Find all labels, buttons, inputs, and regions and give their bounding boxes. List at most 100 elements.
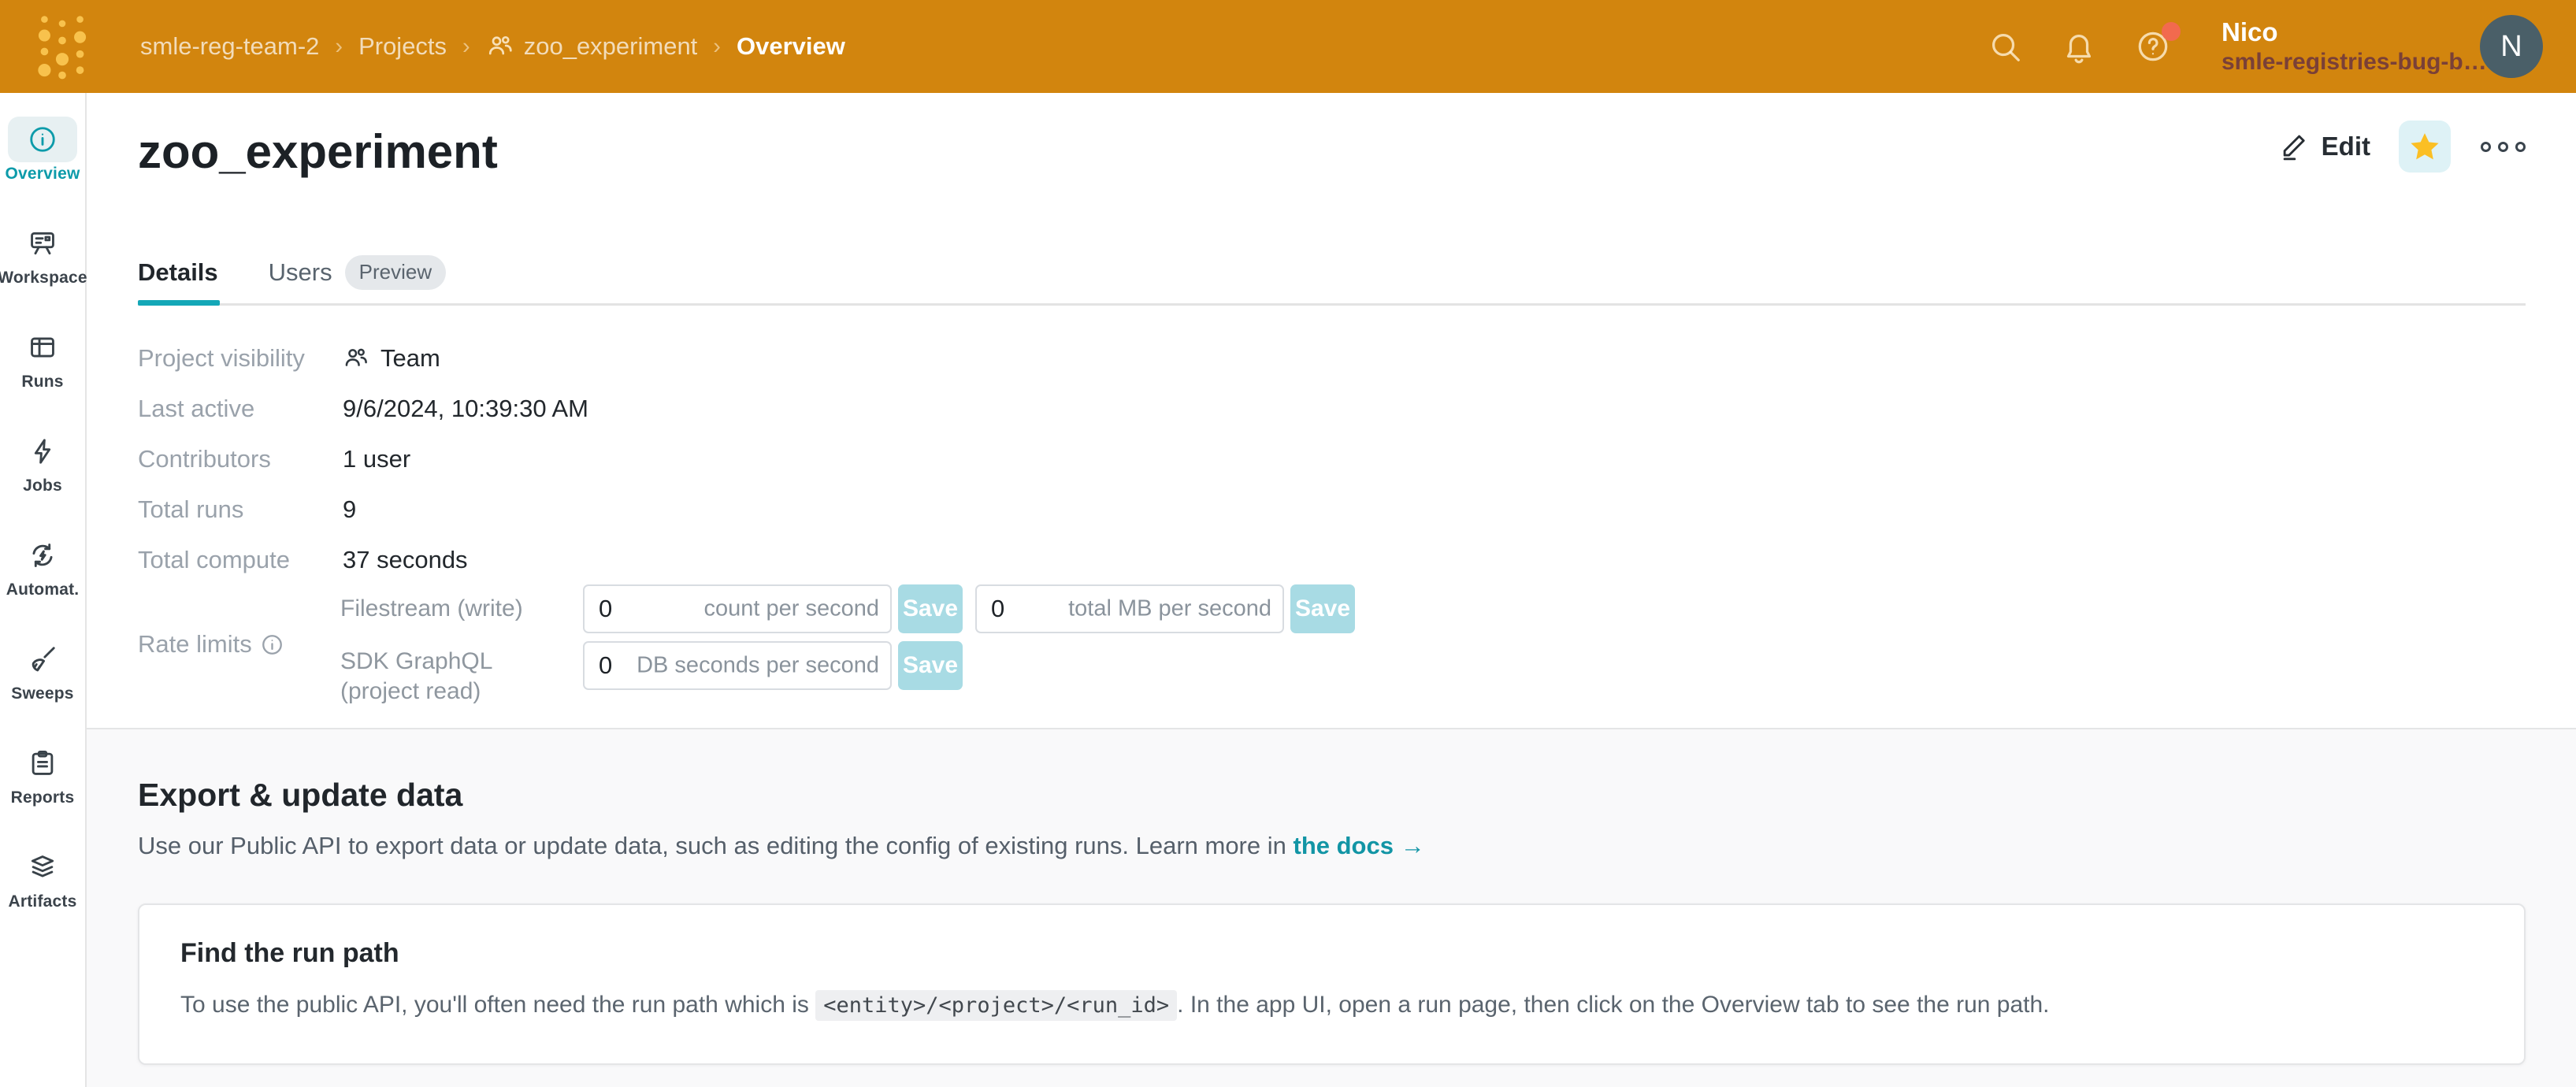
- detail-value: 1 user: [343, 445, 410, 473]
- preview-badge: Preview: [345, 255, 446, 290]
- help-icon[interactable]: [2135, 28, 2171, 65]
- info-icon[interactable]: [260, 633, 284, 657]
- filestream-label: Filestream (write): [340, 593, 523, 625]
- search-icon[interactable]: [1987, 28, 2023, 65]
- card-title: Find the run path: [180, 938, 2524, 969]
- workspace-icon: [28, 228, 58, 258]
- tab-users-label: Users: [269, 258, 332, 287]
- save-button[interactable]: Save: [1290, 584, 1355, 633]
- filestream-count-input[interactable]: [583, 584, 892, 633]
- rate-limits-text: Rate limits: [138, 630, 252, 659]
- detail-row-total-compute: Total compute 37 seconds: [138, 544, 468, 576]
- notification-dot: [2162, 22, 2181, 41]
- project-overview-page: smle-reg-team-2 › Projects › zoo_experim…: [0, 0, 2576, 1087]
- tab-bar-divider: [138, 303, 2526, 306]
- sidebar-item-label: Overview: [6, 165, 80, 184]
- avatar[interactable]: N: [2480, 15, 2543, 78]
- layers-icon: [28, 852, 58, 882]
- lightning-icon: [28, 436, 58, 466]
- visibility-value: Team: [380, 344, 440, 373]
- tab-bar: Details Users Preview: [138, 255, 446, 290]
- sidebar-item-sweeps[interactable]: Sweeps: [0, 636, 85, 740]
- breadcrumb-separator: ›: [462, 34, 470, 60]
- breadcrumb-separator: ›: [335, 34, 343, 60]
- export-section-title: Export & update data: [138, 777, 462, 814]
- sidebar-item-label: Automat.: [6, 581, 80, 599]
- find-run-path-card: Find the run path To use the public API,…: [138, 903, 2526, 1065]
- breadcrumb-entity[interactable]: smle-reg-team-2: [140, 32, 319, 61]
- sidebar-item-jobs[interactable]: Jobs: [0, 428, 85, 532]
- sdk-graphql-input[interactable]: [583, 641, 892, 690]
- star-button[interactable]: [2399, 121, 2451, 173]
- automations-icon: [28, 540, 58, 570]
- docs-link[interactable]: the docs: [1294, 832, 1394, 859]
- detail-value: 37 seconds: [343, 546, 468, 574]
- sidebar-item-label: Workspace: [0, 269, 87, 288]
- wandb-logo-icon[interactable]: [35, 13, 90, 80]
- card-body-text: . In the app UI, open a run page, then c…: [1177, 992, 2049, 1018]
- more-options-button[interactable]: [2479, 134, 2527, 160]
- save-button[interactable]: Save: [898, 584, 963, 633]
- sidebar-item-label: Jobs: [23, 477, 62, 495]
- team-icon: [343, 345, 369, 372]
- sdk-graphql-sublabel: (project read): [340, 676, 481, 707]
- left-sidebar: Overview Workspace Runs Jobs Automat. Sw…: [0, 93, 87, 1087]
- sidebar-item-overview[interactable]: Overview: [0, 117, 85, 221]
- detail-label: Total runs: [138, 495, 343, 524]
- filestream-mb-input[interactable]: [975, 584, 1284, 633]
- report-icon: [28, 748, 58, 778]
- pencil-icon: [2279, 132, 2309, 161]
- ellipsis-icon: [2498, 142, 2508, 152]
- breadcrumb-project-label: zoo_experiment: [524, 32, 698, 61]
- tab-active-indicator: [138, 300, 220, 306]
- page-title: zoo_experiment: [138, 124, 498, 179]
- navbar-right-cluster: Nico smle-registries-bug-b… N: [1987, 0, 2543, 93]
- team-icon: [486, 32, 514, 61]
- star-icon: [2407, 129, 2442, 164]
- edit-button[interactable]: Edit: [2279, 132, 2370, 161]
- broom-icon: [28, 644, 58, 674]
- run-path-code: <entity>/<project>/<run_id>: [815, 990, 1177, 1021]
- sidebar-item-runs[interactable]: Runs: [0, 325, 85, 428]
- ellipsis-icon: [2481, 142, 2491, 152]
- export-body-text: Use our Public API to export data or upd…: [138, 832, 1286, 859]
- user-menu[interactable]: Nico smle-registries-bug-b…: [2222, 17, 2458, 76]
- detail-label: Project visibility: [138, 344, 343, 373]
- sidebar-item-artifacts[interactable]: Artifacts: [0, 844, 85, 948]
- card-body: To use the public API, you'll often need…: [180, 988, 2483, 1023]
- edit-button-label: Edit: [2322, 132, 2370, 161]
- tab-users[interactable]: Users Preview: [269, 255, 446, 290]
- sidebar-item-label: Sweeps: [11, 684, 73, 703]
- header-actions: Edit: [2279, 120, 2527, 173]
- sidebar-item-workspace[interactable]: Workspace: [0, 221, 85, 325]
- user-org: smle-registries-bug-b…: [2222, 48, 2458, 76]
- detail-value: 9/6/2024, 10:39:30 AM: [343, 395, 588, 423]
- detail-row-total-runs: Total runs 9: [138, 494, 356, 525]
- detail-label: Last active: [138, 395, 343, 423]
- detail-row-last-active: Last active 9/6/2024, 10:39:30 AM: [138, 393, 588, 425]
- export-section: Export & update data Use our Public API …: [87, 728, 2576, 1087]
- breadcrumb-project[interactable]: zoo_experiment: [486, 32, 698, 61]
- rate-limits-label: Rate limits: [138, 629, 284, 660]
- filestream-mb-field: total MB per second Save: [975, 584, 1355, 633]
- breadcrumb-overview: Overview: [737, 32, 845, 61]
- sdk-graphql-label: SDK GraphQL: [340, 646, 492, 677]
- sidebar-item-automations[interactable]: Automat.: [0, 532, 85, 636]
- save-button[interactable]: Save: [898, 641, 963, 690]
- bell-icon[interactable]: [2061, 28, 2097, 65]
- detail-row-visibility: Project visibility Team: [138, 343, 440, 374]
- detail-label: Contributors: [138, 445, 343, 473]
- export-section-body: Use our Public API to export data or upd…: [138, 832, 1425, 860]
- tab-details[interactable]: Details: [138, 258, 218, 287]
- breadcrumb-separator: ›: [713, 34, 721, 60]
- breadcrumb: smle-reg-team-2 › Projects › zoo_experim…: [140, 0, 845, 93]
- breadcrumb-projects[interactable]: Projects: [358, 32, 447, 61]
- card-body-text: To use the public API, you'll often need…: [180, 992, 815, 1018]
- detail-label: Total compute: [138, 546, 343, 574]
- info-circle-icon: [28, 124, 58, 154]
- detail-value: Team: [343, 344, 440, 373]
- arrow-right-icon: →: [1401, 832, 1425, 859]
- sidebar-item-reports[interactable]: Reports: [0, 740, 85, 844]
- filestream-count-field: count per second Save: [583, 584, 963, 633]
- user-name: Nico: [2222, 17, 2458, 48]
